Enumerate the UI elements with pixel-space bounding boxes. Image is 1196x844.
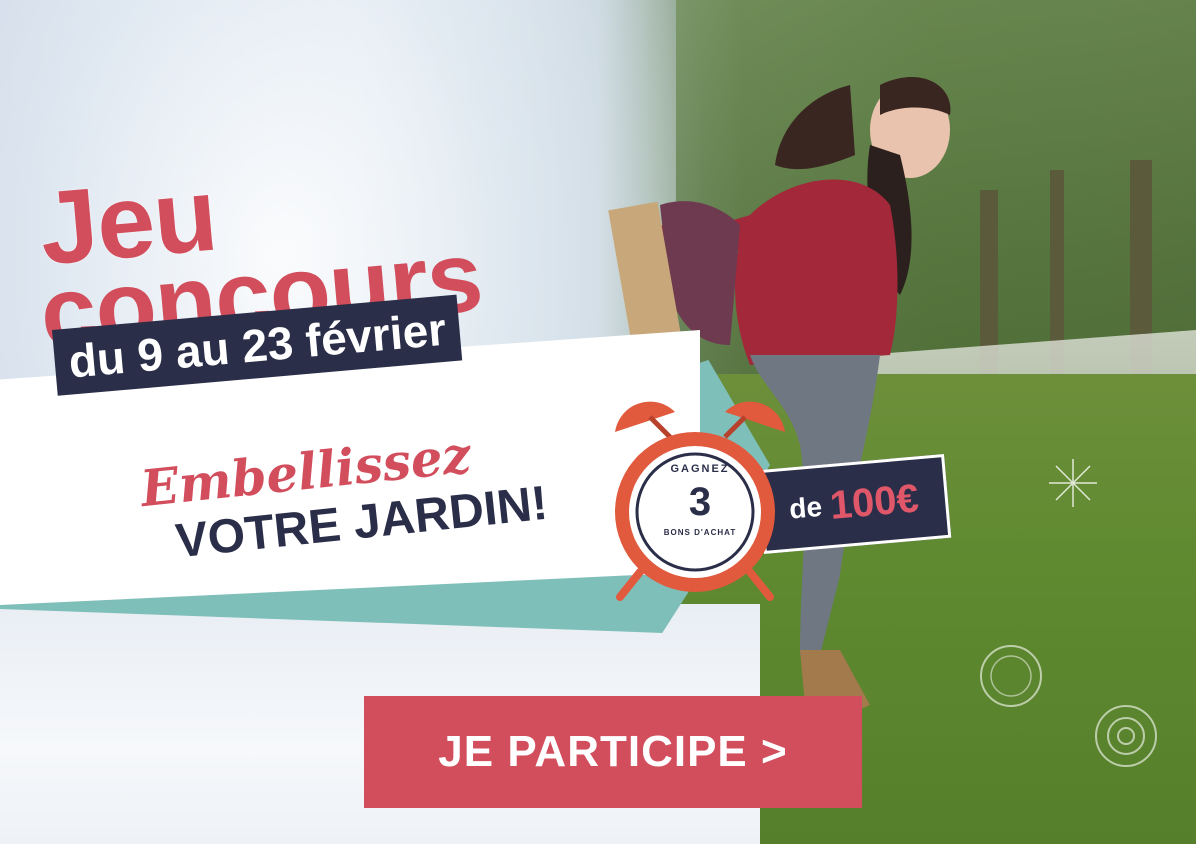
contest-banner: Jeu concours du 9 au 23 février Embellis… (0, 0, 1196, 844)
bons-label: BONS D'ACHAT (663, 528, 737, 537)
prize-count: 3 (688, 480, 712, 524)
gagnez-label: GAGNEZ (670, 463, 730, 475)
snowflake-icon (1049, 459, 1097, 507)
prize-amount: 100€ (827, 475, 921, 528)
ring-sparkle-icon (1095, 705, 1157, 767)
ring-sparkle-icon (980, 645, 1042, 707)
participate-button[interactable]: JE PARTICIPE > (364, 696, 862, 808)
clock-face-label: GAGNEZ 3 BONS D'ACHAT (655, 455, 745, 545)
